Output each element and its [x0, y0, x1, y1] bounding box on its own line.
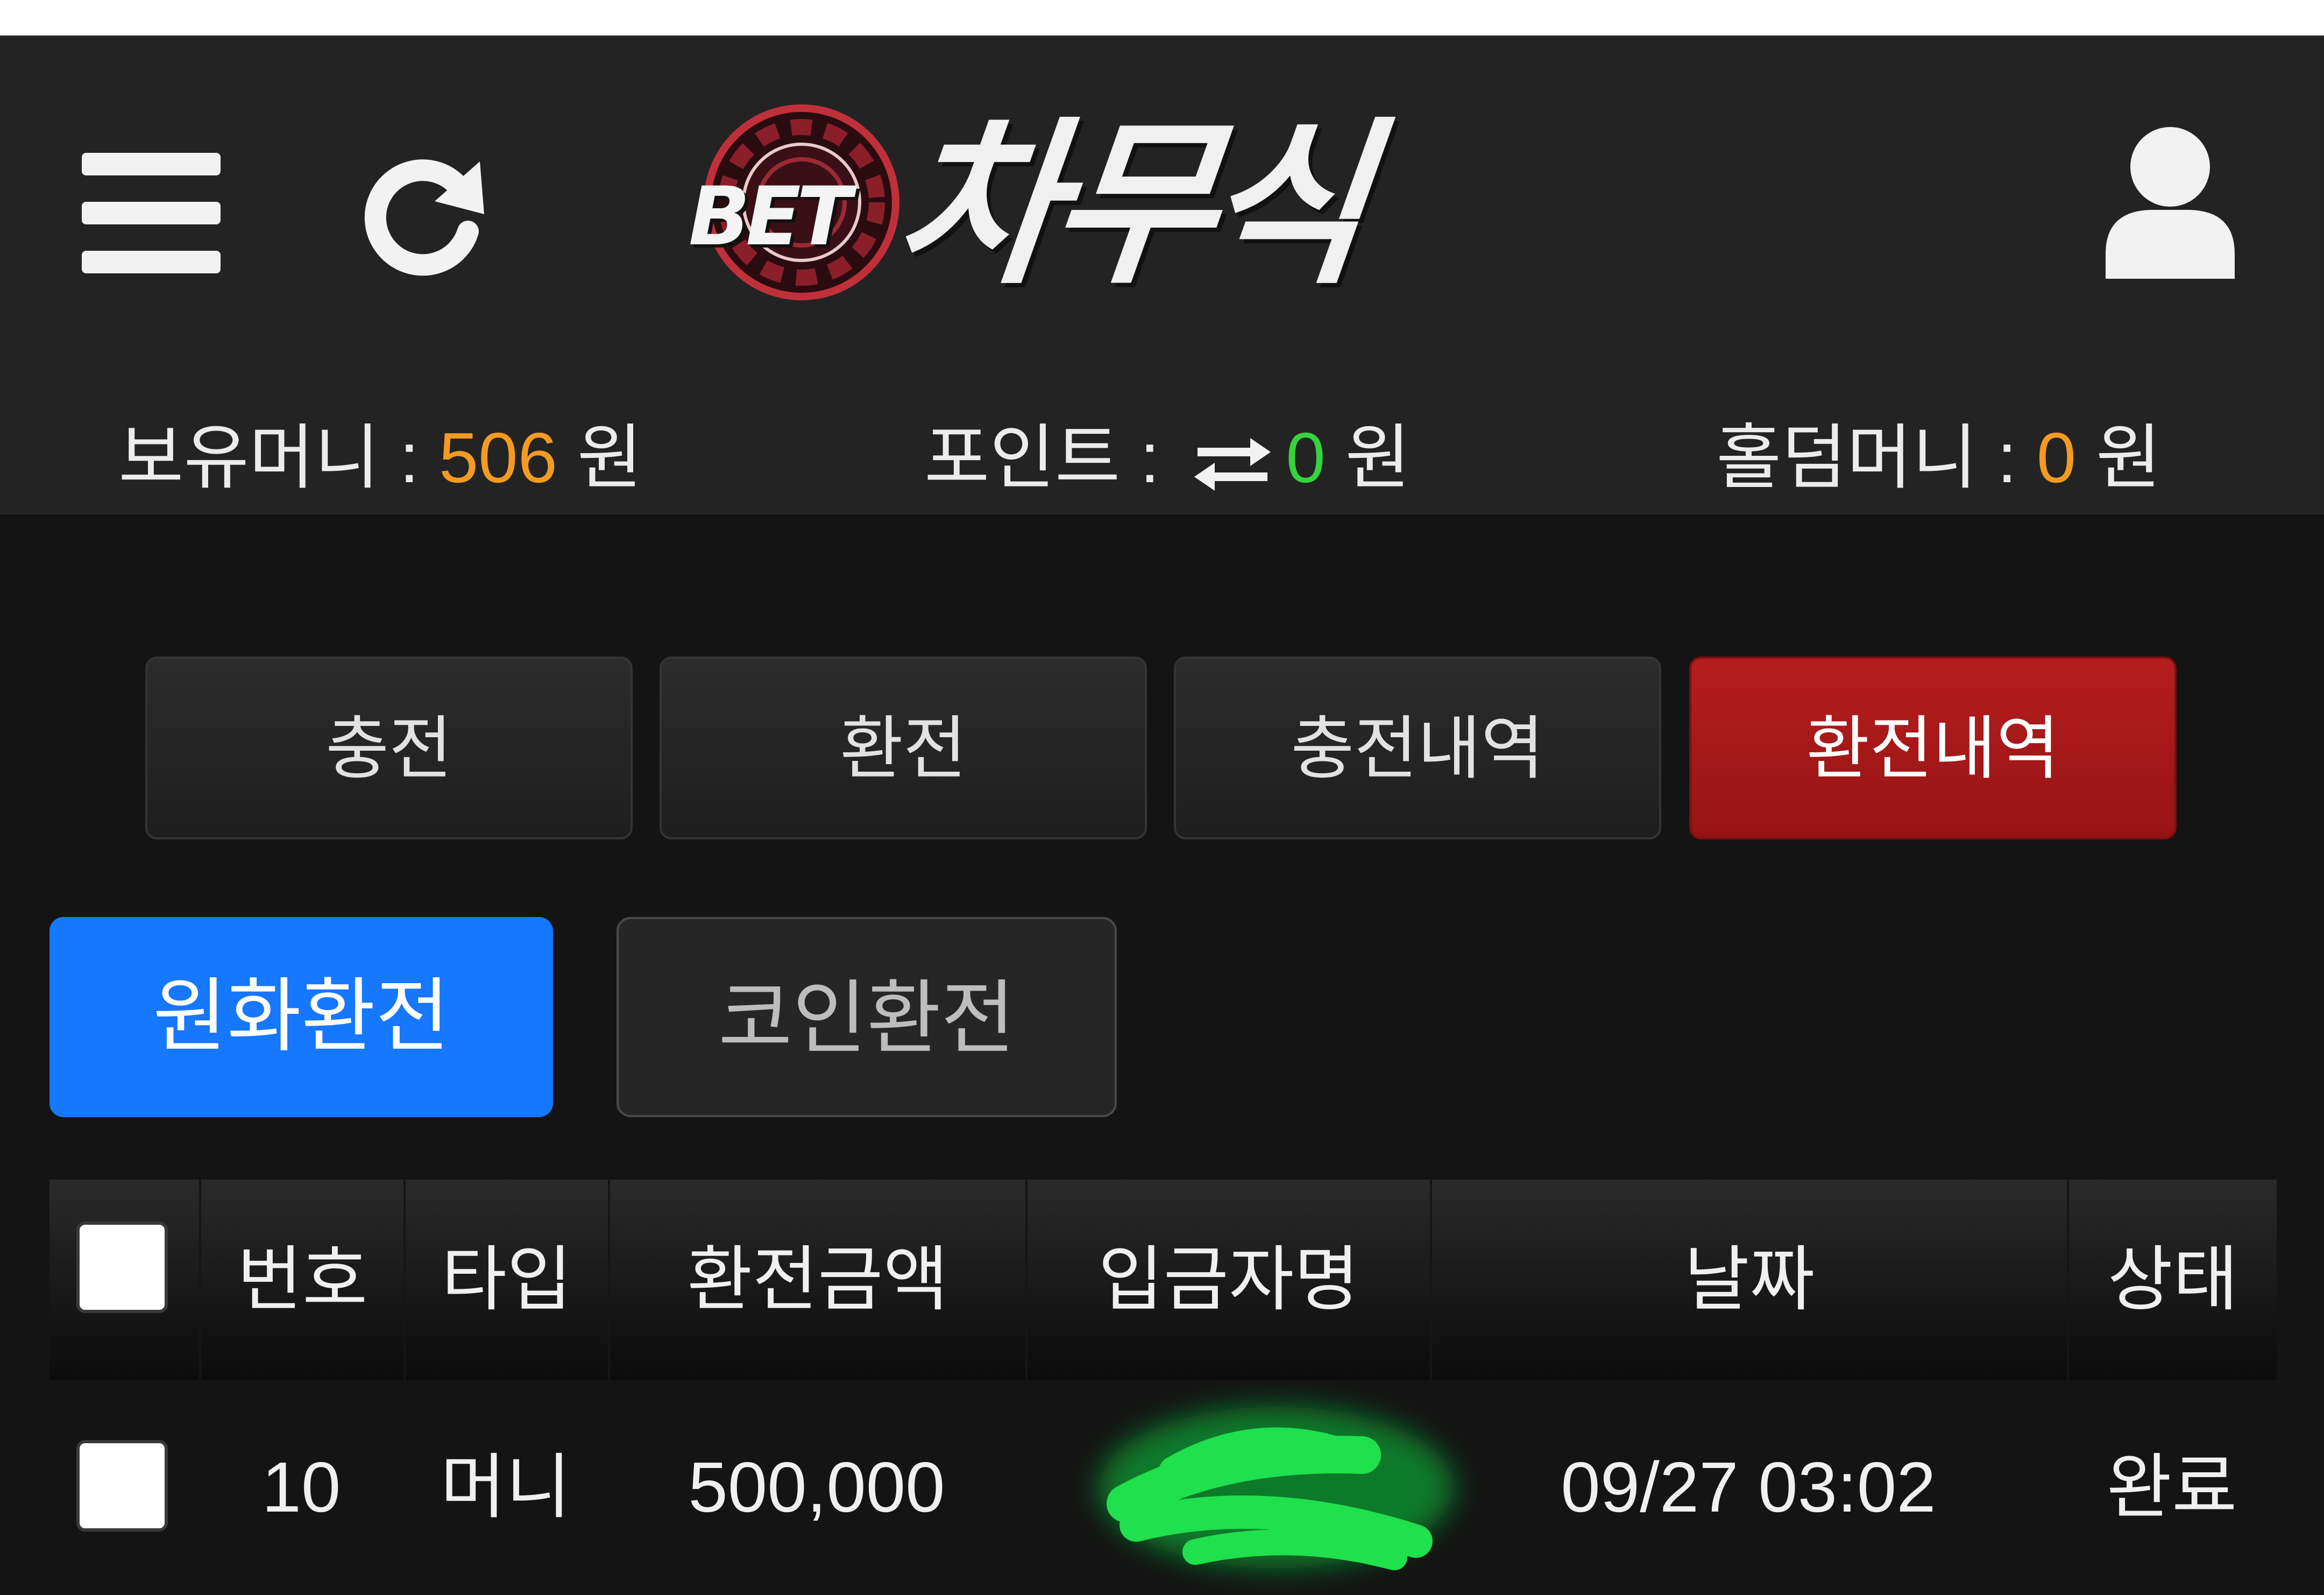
subtab-coin-withdraw[interactable]: 코인환전 [617, 917, 1117, 1117]
menu-icon[interactable] [82, 153, 221, 273]
cell-date: 09/27 03:02 [1561, 1448, 1936, 1527]
swap-arrows-icon[interactable] [1192, 434, 1273, 493]
column-header-number: 번호 [199, 1180, 403, 1380]
tab-withdraw[interactable]: 환전 [660, 657, 1147, 839]
redaction-scribble [1099, 1407, 1454, 1570]
logo-prefix: BET [689, 170, 852, 264]
cell-amount: 500,000 [688, 1448, 945, 1527]
column-header-depositor: 입금자명 [1025, 1180, 1430, 1380]
column-header-type: 타입 [403, 1180, 608, 1380]
row-checkbox[interactable] [76, 1440, 168, 1532]
top-strip [0, 0, 2324, 36]
table-row: 10 머니 500,000 09/27 03:02 완료 [49, 1380, 2277, 1595]
column-header-amount: 환전금액 [608, 1180, 1025, 1380]
user-icon[interactable] [2102, 125, 2238, 279]
tab-deposit[interactable]: 충전 [145, 657, 633, 839]
holdem-balance: 홀덤머니 : 0 원 [1716, 407, 2161, 509]
tab-deposit-history[interactable]: 충전내역 [1174, 657, 1661, 839]
money-unit: 원 [557, 418, 643, 497]
refresh-icon[interactable] [360, 151, 490, 280]
subtab-krw-withdraw[interactable]: 원화환전 [49, 917, 553, 1117]
point-unit: 원 [1325, 418, 1411, 497]
cell-type: 머니 [440, 1448, 571, 1527]
select-all-checkbox[interactable] [76, 1222, 168, 1313]
header-bar: BET 차무식 보유머니 : 506 원 포인트 : 0 원 홀덤머니 : 0 … [0, 36, 2324, 514]
holdem-label: 홀덤머니 : [1716, 418, 2037, 497]
money-label: 보유머니 : [118, 418, 439, 497]
holdem-unit: 원 [2076, 418, 2162, 497]
column-header-status: 상태 [2067, 1180, 2277, 1380]
holdem-value: 0 [2036, 418, 2077, 497]
point-balance: 포인트 : 0 원 [924, 407, 1411, 509]
money-balance: 보유머니 : 506 원 [118, 407, 642, 509]
table-header: 번호 타입 환전금액 입금자명 날짜 상태 [49, 1180, 2277, 1380]
point-label: 포인트 : [924, 418, 1180, 497]
cell-status: 완료 [2106, 1448, 2237, 1527]
logo-text: 차무식 [887, 102, 1370, 308]
cell-number: 10 [261, 1448, 341, 1527]
money-value: 506 [438, 418, 558, 497]
column-header-date: 날짜 [1430, 1180, 2067, 1380]
site-logo[interactable]: BET 차무식 [689, 92, 1603, 318]
tab-withdraw-history[interactable]: 환전내역 [1689, 657, 2177, 839]
point-value: 0 [1286, 418, 1326, 497]
